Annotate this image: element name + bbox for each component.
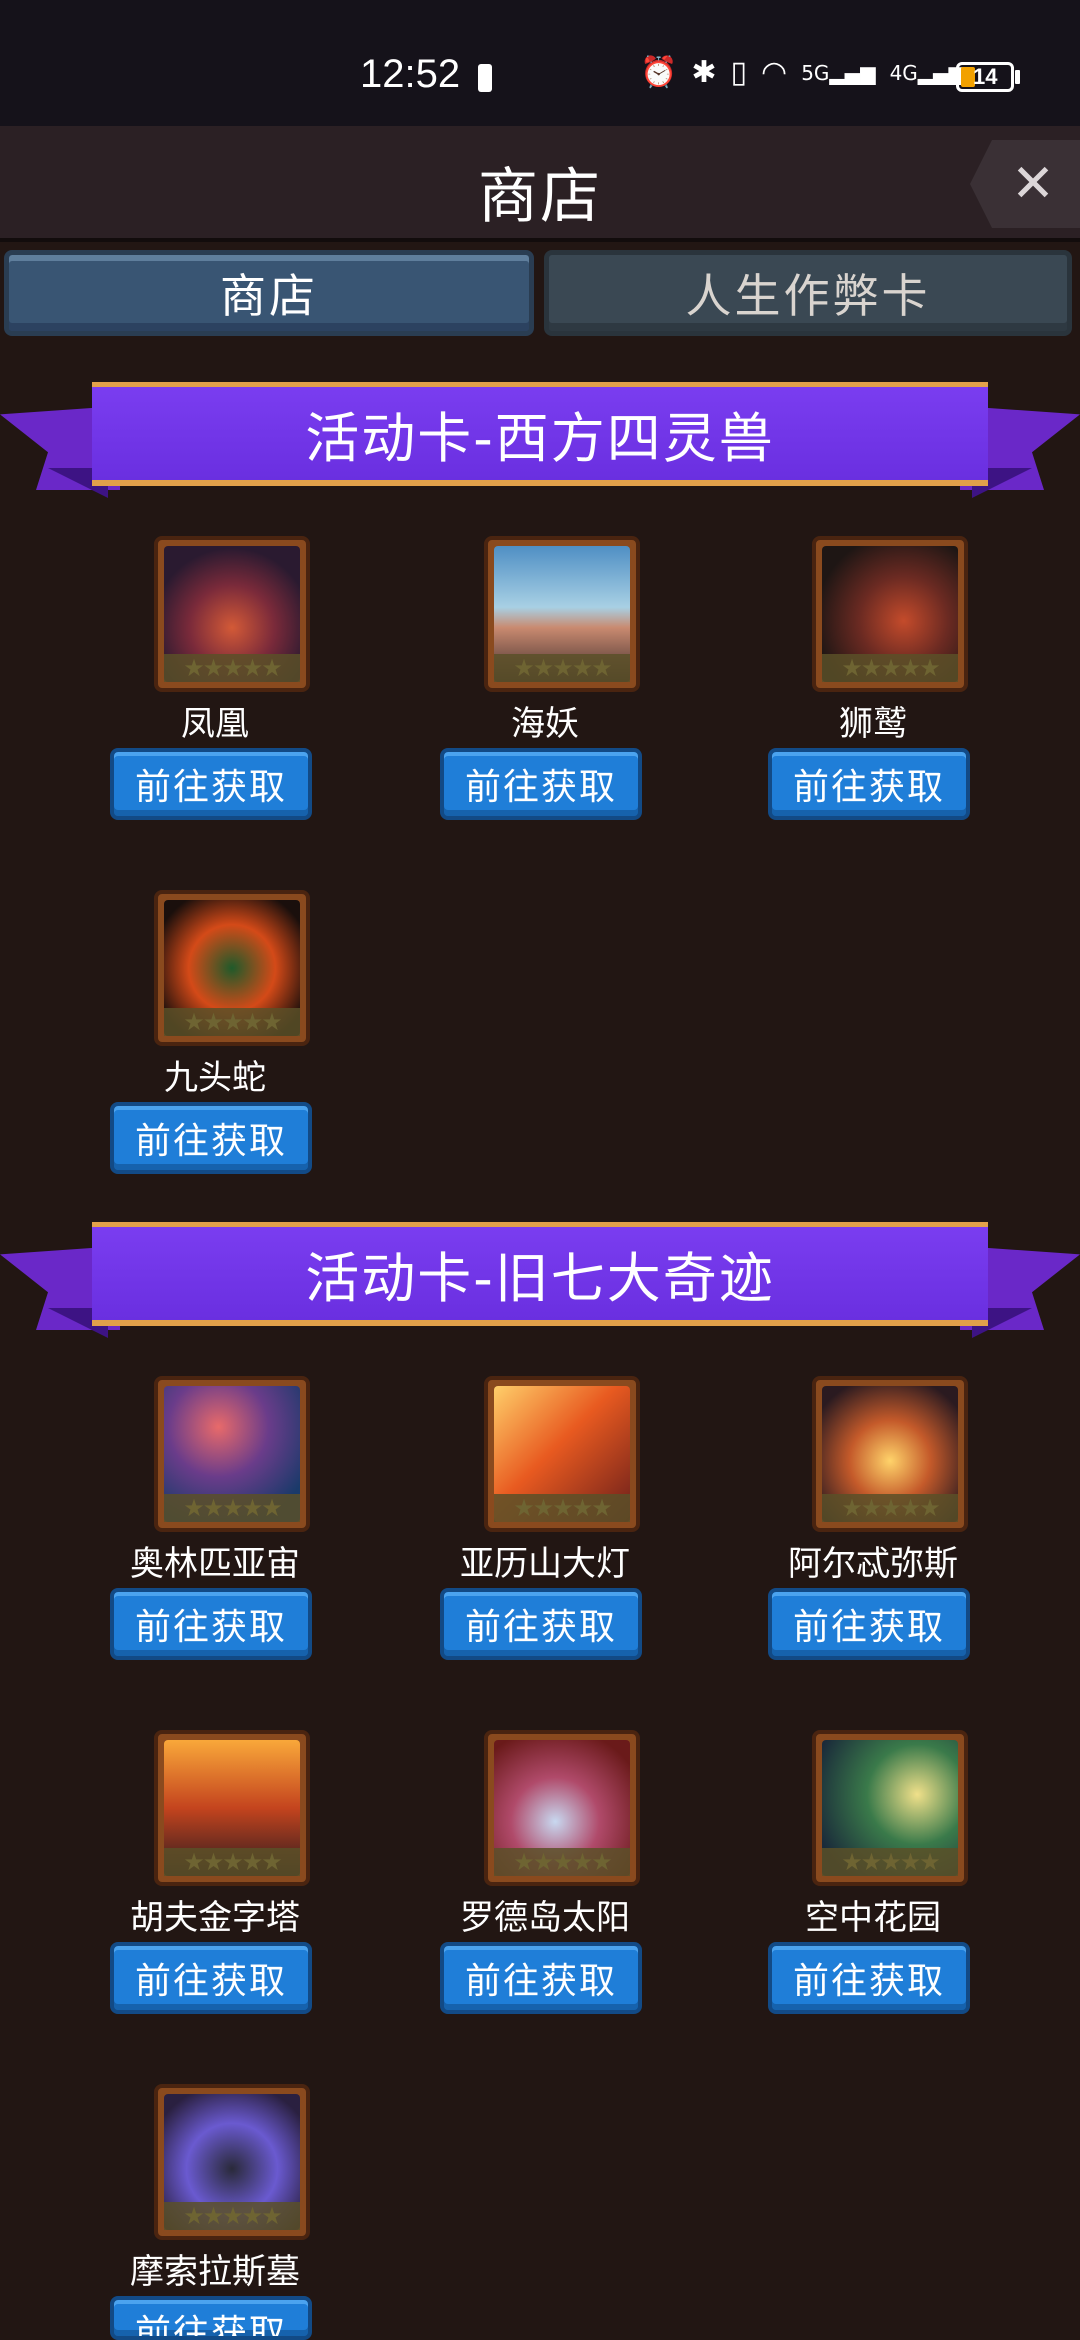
card-phoenix: ★★★★★ 凤凰 前往获取 bbox=[110, 536, 320, 820]
go-get-button[interactable]: 前往获取 bbox=[768, 1588, 970, 1660]
go-get-button[interactable]: 前往获取 bbox=[440, 1942, 642, 2014]
section-title: 活动卡-旧七大奇迹 bbox=[92, 1222, 988, 1326]
section-banner-beasts: 活动卡-西方四灵兽 bbox=[0, 376, 1080, 506]
card-name: 奥林匹亚宙 bbox=[130, 1544, 300, 1584]
card-image-frame[interactable]: ★★★★★ bbox=[484, 536, 640, 692]
section-title: 活动卡-西方四灵兽 bbox=[92, 382, 988, 486]
card-pyramid: ★★★★★ 胡夫金字塔 前往获取 bbox=[110, 1730, 320, 2014]
card-name: 狮鹫 bbox=[839, 704, 907, 744]
star-rating: ★★★★★ bbox=[822, 1494, 958, 1522]
bluetooth-icon: ✱ bbox=[691, 55, 717, 90]
card-name: 空中花园 bbox=[805, 1898, 941, 1938]
card-name: 阿尔忒弥斯 bbox=[788, 1544, 958, 1584]
5g-signal-icon: 5G▂▄▆ bbox=[801, 61, 876, 85]
card-gardens: ★★★★★ 空中花园 前往获取 bbox=[768, 1730, 978, 2014]
star-rating: ★★★★★ bbox=[164, 1848, 300, 1876]
alarm-icon: ⏰ bbox=[640, 55, 678, 90]
go-get-button[interactable]: 前往获取 bbox=[110, 2296, 312, 2340]
card-image-frame[interactable]: ★★★★★ bbox=[154, 536, 310, 692]
battery-icon: 14 bbox=[956, 62, 1014, 92]
title-bar: 商店 ✕ bbox=[0, 126, 1080, 242]
card-image-frame[interactable]: ★★★★★ bbox=[154, 1376, 310, 1532]
card-name: 亚历山大灯 bbox=[460, 1544, 630, 1584]
card-griffin: ★★★★★ 狮鹫 前往获取 bbox=[768, 536, 978, 820]
go-get-button[interactable]: 前往获取 bbox=[768, 748, 970, 820]
wifi-icon: ◠ bbox=[761, 55, 788, 90]
page-title: 商店 bbox=[478, 162, 602, 232]
card-colossus: ★★★★★ 罗德岛太阳 前往获取 bbox=[440, 1730, 650, 2014]
card-image-frame[interactable]: ★★★★★ bbox=[154, 2084, 310, 2240]
card-image-frame[interactable]: ★★★★★ bbox=[812, 1376, 968, 1532]
4g-signal-icon: 4G▂▄▆ bbox=[889, 61, 964, 85]
star-rating: ★★★★★ bbox=[164, 1494, 300, 1522]
go-get-button[interactable]: 前往获取 bbox=[768, 1942, 970, 2014]
star-rating: ★★★★★ bbox=[164, 654, 300, 682]
card-image-frame[interactable]: ★★★★★ bbox=[812, 1730, 968, 1886]
go-get-button[interactable]: 前往获取 bbox=[440, 748, 642, 820]
close-icon: ✕ bbox=[1011, 154, 1055, 214]
card-name: 罗德岛太阳 bbox=[460, 1898, 630, 1938]
card-name: 摩索拉斯墓 bbox=[130, 2252, 300, 2292]
star-rating: ★★★★★ bbox=[822, 654, 958, 682]
card-artemis: ★★★★★ 阿尔忒弥斯 前往获取 bbox=[768, 1376, 978, 1660]
sim-icon bbox=[478, 64, 492, 92]
star-rating: ★★★★★ bbox=[164, 2202, 300, 2230]
battery-tip bbox=[1015, 70, 1020, 84]
card-image-frame[interactable]: ★★★★★ bbox=[484, 1730, 640, 1886]
vibrate-icon: ▯ bbox=[730, 55, 748, 90]
card-name: 海妖 bbox=[511, 704, 579, 744]
star-rating: ★★★★★ bbox=[494, 1494, 630, 1522]
card-zeus: ★★★★★ 奥林匹亚宙 前往获取 bbox=[110, 1376, 320, 1660]
status-time: 12:52 bbox=[360, 52, 461, 96]
star-rating: ★★★★★ bbox=[494, 654, 630, 682]
section-banner-wonders: 活动卡-旧七大奇迹 bbox=[0, 1216, 1080, 1346]
battery-percent: 14 bbox=[973, 64, 998, 89]
card-image-frame[interactable]: ★★★★★ bbox=[154, 1730, 310, 1886]
tab-cheat-cards[interactable]: 人生作弊卡 bbox=[544, 250, 1072, 336]
go-get-button[interactable]: 前往获取 bbox=[110, 748, 312, 820]
card-name: 胡夫金字塔 bbox=[130, 1898, 300, 1938]
status-icons: ⏰ ✱ ▯ ◠ 5G▂▄▆ 4G▂▄▆ bbox=[640, 56, 964, 90]
go-get-button[interactable]: 前往获取 bbox=[110, 1102, 312, 1174]
card-mausoleum: ★★★★★ 摩索拉斯墓 前往获取 bbox=[110, 2084, 320, 2340]
card-name: 九头蛇 bbox=[164, 1058, 266, 1098]
card-image-frame[interactable]: ★★★★★ bbox=[812, 536, 968, 692]
close-button[interactable]: ✕ bbox=[970, 140, 1080, 228]
star-rating: ★★★★★ bbox=[494, 1848, 630, 1876]
card-kraken: ★★★★★ 海妖 前往获取 bbox=[440, 536, 650, 820]
card-hydra: ★★★★★ 九头蛇 前往获取 bbox=[110, 890, 320, 1174]
card-lighthouse: ★★★★★ 亚历山大灯 前往获取 bbox=[440, 1376, 650, 1660]
card-image-frame[interactable]: ★★★★★ bbox=[484, 1376, 640, 1532]
card-image-frame[interactable]: ★★★★★ bbox=[154, 890, 310, 1046]
go-get-button[interactable]: 前往获取 bbox=[110, 1942, 312, 2014]
go-get-button[interactable]: 前往获取 bbox=[110, 1588, 312, 1660]
star-rating: ★★★★★ bbox=[822, 1848, 958, 1876]
tab-shop[interactable]: 商店 bbox=[4, 250, 534, 336]
card-name: 凤凰 bbox=[181, 704, 249, 744]
go-get-button[interactable]: 前往获取 bbox=[440, 1588, 642, 1660]
star-rating: ★★★★★ bbox=[164, 1008, 300, 1036]
status-bar: 12:52 ⏰ ✱ ▯ ◠ 5G▂▄▆ 4G▂▄▆ 14 bbox=[0, 0, 1080, 126]
